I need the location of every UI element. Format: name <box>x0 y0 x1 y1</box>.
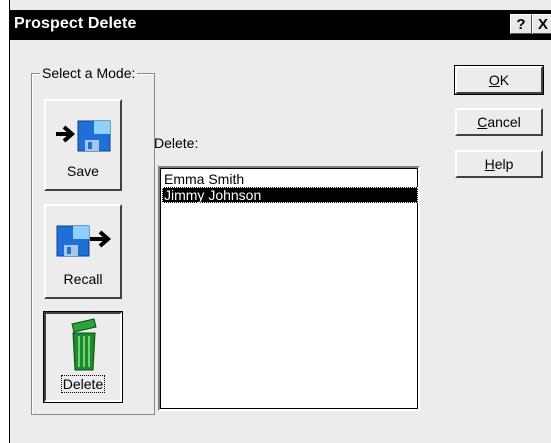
help-button[interactable]: Help <box>455 150 543 178</box>
close-title-button[interactable]: X <box>532 14 551 34</box>
cancel-button-label: Cancel <box>477 114 521 130</box>
recall-mode-button[interactable]: Recall <box>44 204 122 299</box>
window-left-edge <box>0 0 10 443</box>
ok-button-label: OK <box>488 72 510 88</box>
delete-listbox[interactable]: Emma Smith Jimmy Johnson <box>158 166 420 411</box>
dialog-client-area: Select a Mode: Save Recall Delete Delete… <box>10 40 551 443</box>
recall-mode-label: Recall <box>63 271 103 287</box>
list-item[interactable]: Emma Smith <box>162 171 418 187</box>
window-title: Prospect Delete <box>14 15 137 32</box>
disk-with-arrow-out-icon <box>56 225 112 257</box>
delete-mode-label-text: Delete <box>60 375 106 393</box>
delete-list-label: Delete: <box>154 135 199 151</box>
save-mode-button[interactable]: Save <box>44 99 122 191</box>
title-bar[interactable]: Prospect Delete ? X <box>10 10 551 40</box>
save-mode-label: Save <box>67 163 99 179</box>
ok-button[interactable]: OK <box>454 65 544 95</box>
help-button-label: Help <box>484 156 514 172</box>
trash-can-icon <box>71 318 97 371</box>
listbox-frame <box>160 168 418 409</box>
cancel-button[interactable]: Cancel <box>455 108 543 136</box>
help-title-button[interactable]: ? <box>510 14 532 34</box>
prospect-delete-dialog: Prospect Delete ? X Select a Mode: Save <box>0 0 551 443</box>
delete-mode-button[interactable]: Delete <box>43 311 123 403</box>
delete-mode-label: Delete <box>46 375 120 393</box>
list-item-selected[interactable]: Jimmy Johnson <box>162 187 418 203</box>
mode-group-label: Select a Mode: <box>40 65 138 81</box>
mode-groupbox: Select a Mode: Save Recall Delete <box>31 65 155 415</box>
disk-with-arrow-in-icon <box>56 120 111 152</box>
